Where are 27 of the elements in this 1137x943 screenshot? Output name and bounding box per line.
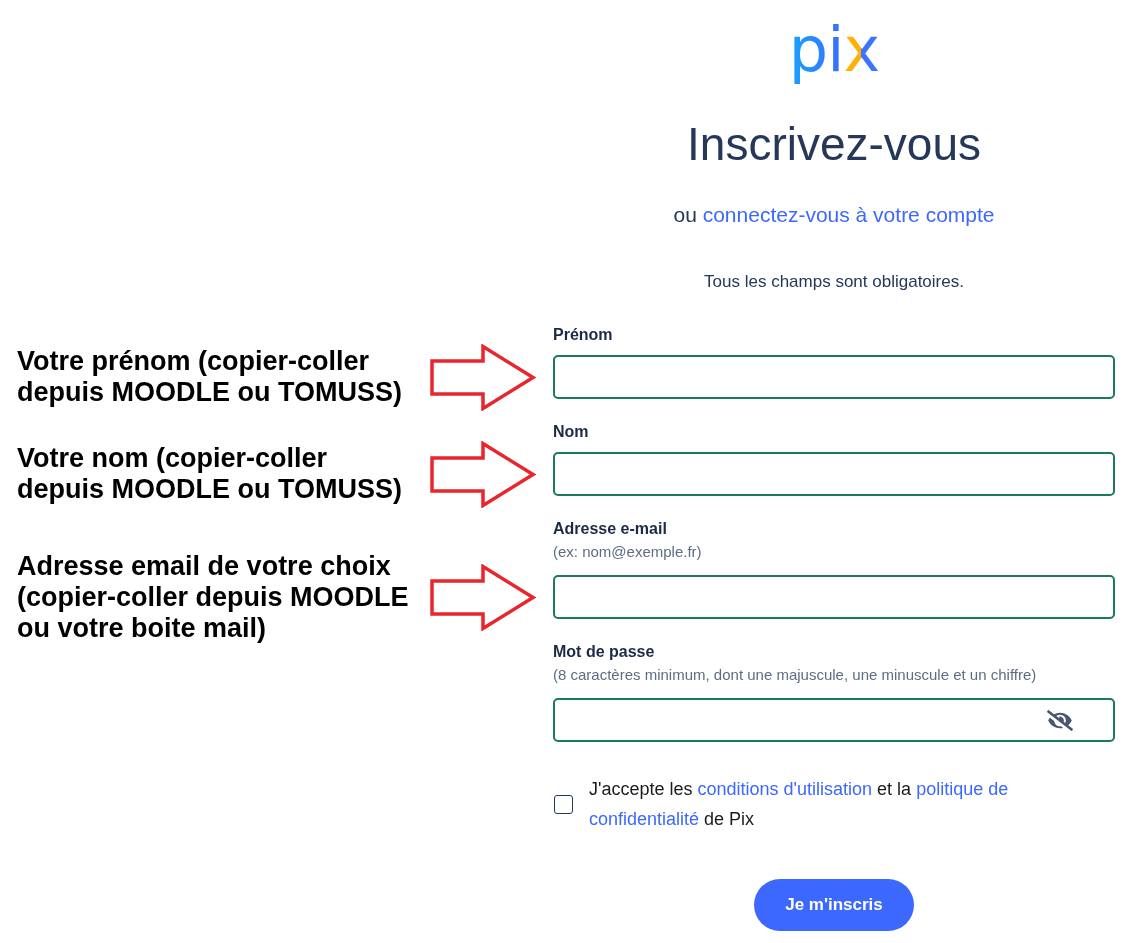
field-hint: (8 caractères minimum, dont une majuscule, une minuscule et un chiffre)	[553, 665, 1038, 685]
text-field[interactable]	[553, 452, 1115, 496]
password-field[interactable]	[553, 698, 1115, 742]
field-label: Nom	[553, 422, 590, 442]
terms-link[interactable]: conditions d'utilisation	[697, 779, 873, 799]
login-link[interactable]: connectez-vous à votre compte	[702, 203, 995, 226]
terms-link[interactable]: confidentialité	[589, 809, 700, 829]
required-note: Tous les champs sont obligatoires.	[704, 271, 964, 293]
submit-button[interactable]: Je m'inscris	[754, 879, 914, 931]
page-title: Inscrivez-vous	[687, 117, 981, 172]
eye-slash-icon[interactable]	[1047, 709, 1073, 731]
login-prompt: ou connectez-vous à votre compte	[673, 202, 995, 228]
terms-text: J'accepte les conditions d'utilisation et la politique de confidentialité de Pix	[589, 778, 1010, 831]
annotation-text: Adresse email de votre choix (copier-coller depuis MOODLE ou votre boite mail)	[17, 550, 410, 644]
field-label: Mot de passe	[553, 642, 656, 662]
annotation-text: Votre nom (copier-coller depuis MOODLE ou TOMUSS)	[17, 443, 403, 505]
email-field[interactable]	[553, 575, 1115, 619]
right-arrow-icon	[430, 563, 536, 631]
field-hint: (ex: nom@exemple.fr)	[553, 542, 703, 562]
right-arrow-icon	[430, 343, 536, 411]
annotation-text: Votre prénom (copier-coller depuis MOODLE ou TOMUSS)	[17, 346, 403, 408]
text-field[interactable]	[553, 355, 1115, 399]
right-arrow-icon	[430, 440, 536, 508]
terms-link[interactable]: politique de	[916, 779, 1009, 799]
field-label: Prénom	[553, 325, 614, 345]
field-label: Adresse e-mail	[553, 519, 668, 539]
terms-checkbox[interactable]	[554, 794, 573, 814]
